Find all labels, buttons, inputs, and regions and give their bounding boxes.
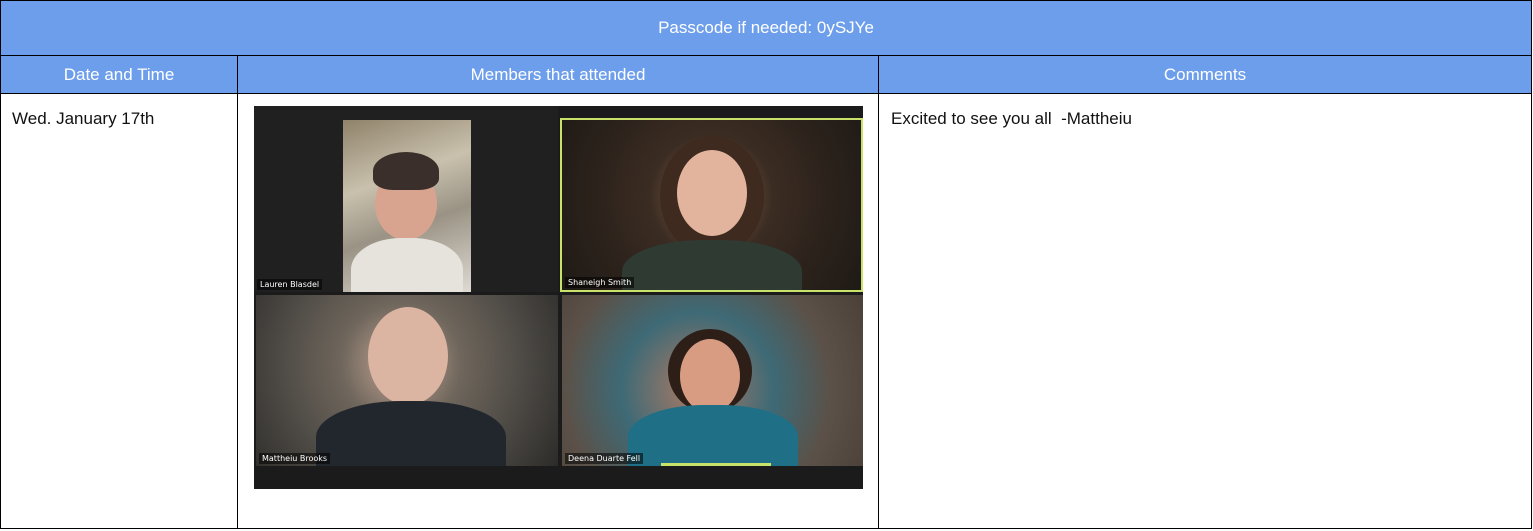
video-call-screenshot: Lauren Blasdel Shaneigh Smith Mattheiu B… <box>254 106 863 489</box>
video-tile-1: Lauren Blasdel <box>254 106 558 292</box>
column-header-comments: Comments <box>877 55 1533 94</box>
column-header-date: Date and Time <box>0 55 238 94</box>
participant-video <box>343 120 471 292</box>
participant-name-label: Shaneigh Smith <box>565 277 635 288</box>
meeting-date: Wed. January 17th <box>12 109 155 128</box>
participant-name-label: Mattheiu Brooks <box>259 453 331 464</box>
participant-name-label: Lauren Blasdel <box>257 279 323 290</box>
meeting-sheet: Passcode if needed: 0ySJYe Date and Time… <box>0 0 1533 531</box>
date-cell[interactable]: Wed. January 17th <box>0 93 238 529</box>
video-tile-2: Shaneigh Smith <box>560 118 863 292</box>
passcode-banner: Passcode if needed: 0ySJYe <box>0 0 1533 56</box>
meeting-table: Passcode if needed: 0ySJYe Date and Time… <box>0 0 1533 529</box>
comments-cell[interactable]: Excited to see you all -Mattheiu <box>877 93 1533 529</box>
table-row: Wed. January 17th Lauren Blasdel Shaneig… <box>0 93 1533 529</box>
column-header-members: Members that attended <box>237 55 879 94</box>
participant-name-label: Deena Duarte Fell <box>565 453 644 464</box>
comment-text: Excited to see you all -Mattheiu <box>891 109 1132 128</box>
members-cell[interactable]: Lauren Blasdel Shaneigh Smith Mattheiu B… <box>237 93 879 529</box>
video-tile-4: Deena Duarte Fell <box>562 295 863 466</box>
video-tile-3: Mattheiu Brooks <box>256 295 558 466</box>
active-speaker-indicator <box>661 463 771 466</box>
